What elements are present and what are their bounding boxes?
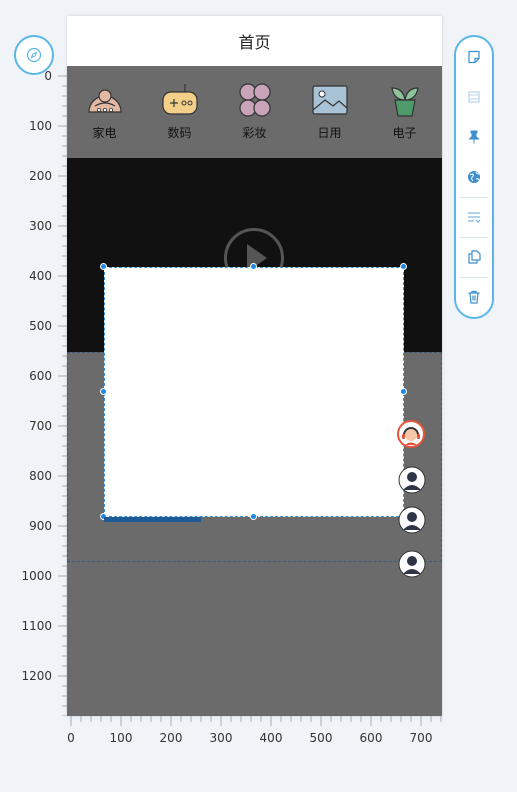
headset-avatar-icon: [397, 420, 425, 448]
resize-handle-top-left[interactable]: [100, 263, 107, 270]
pin-icon: [468, 130, 480, 144]
category-daily[interactable]: 日用: [300, 82, 360, 152]
category-label: 数码: [167, 126, 192, 140]
user-icon: [398, 550, 426, 578]
category-makeup[interactable]: 彩妆: [225, 82, 285, 152]
appliance-icon: [87, 89, 122, 113]
note-tool-button[interactable]: [456, 39, 492, 75]
toolbar-divider: [460, 277, 488, 278]
ruler-label: 1200: [21, 669, 52, 683]
customer-service-avatar[interactable]: [397, 420, 425, 448]
resize-handle-left[interactable]: [100, 388, 107, 395]
trash-icon: [468, 290, 480, 304]
ruler-label: 200: [159, 731, 183, 745]
horizontal-ruler: [67, 716, 442, 730]
category-label: 家电: [92, 126, 117, 140]
category-label: 彩妆: [242, 126, 267, 140]
ruler-label: 600: [359, 731, 383, 745]
pin-tool-button[interactable]: [456, 119, 492, 155]
category-label: 日用: [317, 126, 342, 140]
picture-icon: [311, 85, 348, 115]
vertical-ruler: [54, 66, 67, 716]
flower-icon: [238, 83, 271, 117]
user-icon: [398, 466, 426, 494]
ruler-label: 300: [209, 731, 233, 745]
layer-icon: [468, 91, 480, 103]
resize-handle-top[interactable]: [250, 263, 257, 270]
ruler-label: 100: [109, 731, 133, 745]
resize-handle-right[interactable]: [400, 388, 407, 395]
ruler-label: 500: [29, 319, 52, 333]
globe-icon: [468, 171, 480, 183]
ruler-label: 400: [29, 269, 52, 283]
page-title: 首页: [238, 33, 271, 52]
note-icon: [468, 50, 480, 64]
layer-tool-button[interactable]: [456, 79, 492, 115]
ruler-label: 800: [29, 469, 52, 483]
ruler-label: 700: [29, 419, 52, 433]
toolbar-divider: [460, 237, 488, 238]
resize-handle-top-right[interactable]: [400, 263, 407, 270]
ruler-label: 300: [29, 219, 52, 233]
user-icon: [398, 506, 426, 534]
text-wrap-tool-button[interactable]: [456, 199, 492, 235]
copy-tool-button[interactable]: [456, 239, 492, 275]
compass-icon: [26, 47, 42, 63]
globe-tool-button[interactable]: [456, 159, 492, 195]
gamepad-icon: [161, 84, 198, 115]
user-avatar[interactable]: [398, 550, 426, 578]
ruler-label: 0: [44, 69, 52, 83]
ruler-label: 400: [259, 731, 283, 745]
ruler-label: 900: [29, 519, 52, 533]
category-row: 家电 数码 彩妆 日用 电子: [67, 66, 442, 152]
category-digital[interactable]: 数码: [150, 82, 210, 152]
ruler-label: 1000: [21, 569, 52, 583]
category-label: 电子: [392, 126, 417, 140]
plant-icon: [390, 87, 419, 117]
delete-tool-button[interactable]: [456, 279, 492, 315]
right-toolbar: [454, 35, 494, 319]
user-avatar[interactable]: [398, 506, 426, 534]
ruler-label: 500: [309, 731, 333, 745]
ruler-label: 1100: [21, 619, 52, 633]
category-electronic[interactable]: 电子: [375, 82, 435, 152]
wrap-icon: [468, 212, 481, 223]
ruler-label: 700: [409, 731, 433, 745]
category-appliance[interactable]: 家电: [75, 82, 135, 152]
ruler-label: 100: [29, 119, 52, 133]
progress-bar: [104, 517, 201, 522]
toolbar-divider: [460, 197, 488, 198]
selected-block[interactable]: [104, 267, 404, 517]
ruler-label: 200: [29, 169, 52, 183]
copy-icon: [468, 250, 481, 264]
nav-bar: 首页: [67, 16, 442, 66]
user-avatar[interactable]: [398, 466, 426, 494]
ruler-label: 600: [29, 369, 52, 383]
resize-handle-bottom[interactable]: [250, 513, 257, 520]
ruler-label: 0: [67, 731, 75, 745]
